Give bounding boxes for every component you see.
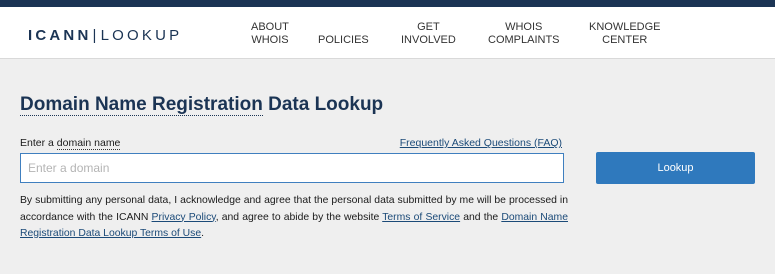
logo-icann-text: ICANN xyxy=(28,27,92,44)
icann-lookup-logo[interactable]: ICANN|LOOKUP xyxy=(28,27,182,44)
logo-separator: | xyxy=(92,27,100,44)
field-label-prefix: Enter a xyxy=(20,137,57,149)
lookup-button[interactable]: Lookup xyxy=(596,152,755,184)
page-title: Domain Name Registration Data Lookup xyxy=(20,94,383,116)
terms-of-service-link[interactable]: Terms of Service xyxy=(382,212,460,223)
nav-get-involved[interactable]: GET INVOLVED xyxy=(401,21,456,47)
nav-knowledge-center[interactable]: KNOWLEDGE CENTER xyxy=(589,21,661,47)
consent-text-3: and the xyxy=(460,211,502,223)
title-rest: Data Lookup xyxy=(262,94,384,115)
domain-search-input[interactable] xyxy=(20,153,564,183)
logo-lookup-text: LOOKUP xyxy=(100,27,183,44)
consent-notice: By submitting any personal data, I ackno… xyxy=(20,193,568,243)
nav-whois-complaints[interactable]: WHOIS COMPLAINTS xyxy=(488,21,560,47)
nav-policies[interactable]: POLICIES xyxy=(318,34,369,47)
consent-text-2: , and agree to abide by the website xyxy=(215,211,383,223)
field-label-term: domain name xyxy=(56,137,121,150)
title-term: Domain Name Registration xyxy=(20,94,263,116)
nav-about-whois[interactable]: ABOUT WHOIS xyxy=(251,21,289,47)
domain-field-label: Enter a domain name xyxy=(20,137,121,150)
site-header: ICANN|LOOKUP ABOUT WHOIS POLICIES GET IN… xyxy=(0,7,775,59)
top-accent-bar xyxy=(0,0,775,7)
consent-text-4: . xyxy=(201,228,205,239)
privacy-policy-link[interactable]: Privacy Policy xyxy=(152,212,216,223)
faq-link[interactable]: Frequently Asked Questions (FAQ) xyxy=(400,137,562,149)
